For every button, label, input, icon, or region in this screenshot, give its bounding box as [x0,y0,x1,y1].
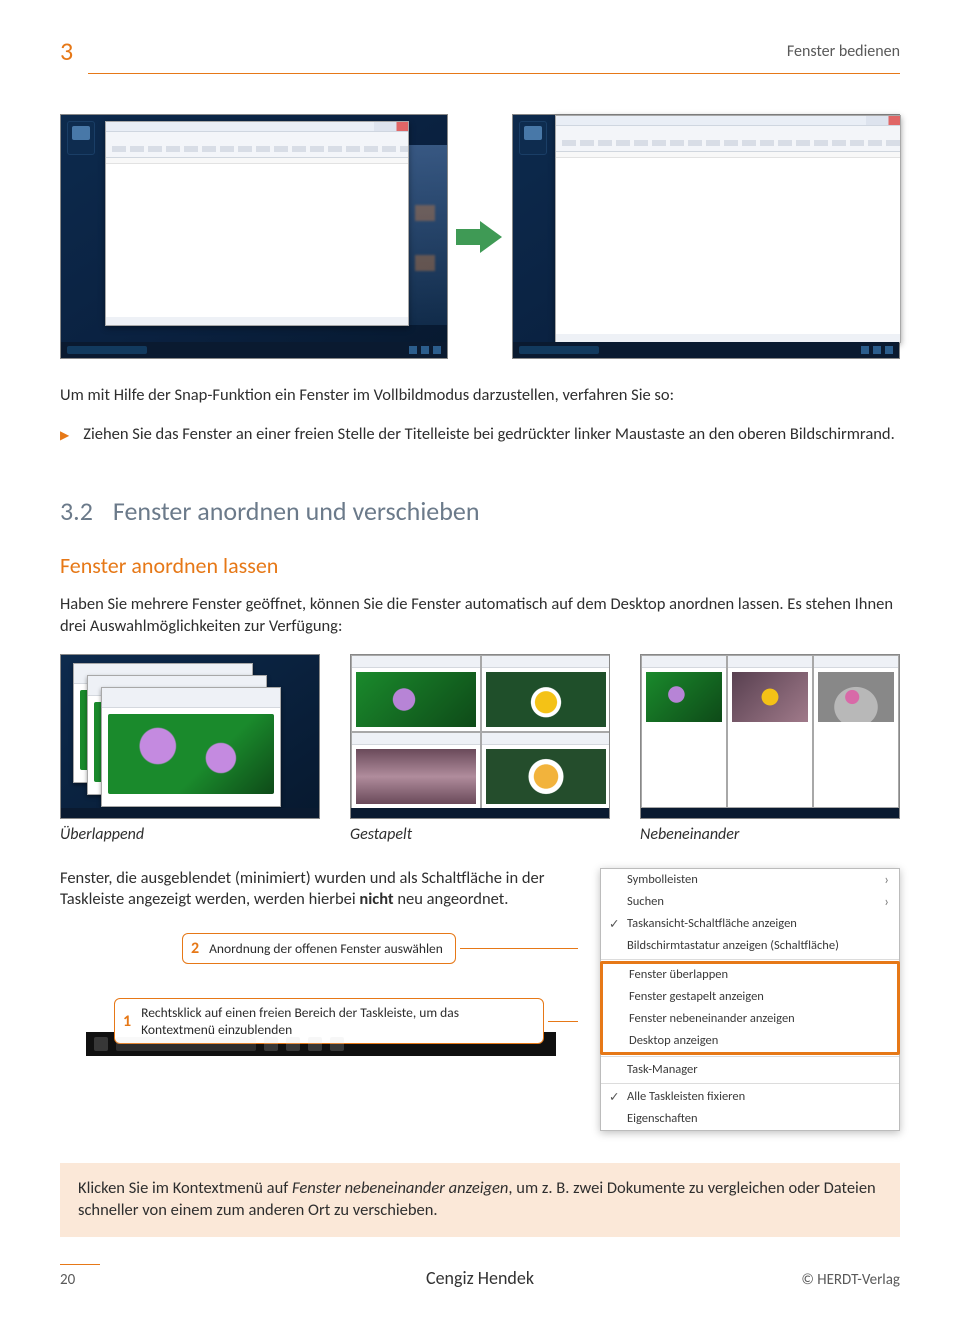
screenshot-after [512,114,900,359]
callout-step-2: 2 Anordnung der offenen Fenster auswähle… [182,933,456,964]
thumb-sidebyside [640,654,900,819]
menu-gestapelt[interactable]: Fenster gestapelt anzeigen [603,986,897,1008]
tip-box: Klicken Sie im Kontextmenü auf Fenster n… [60,1163,900,1238]
header-rule [88,73,900,74]
snap-before-after [60,114,900,359]
menu-suchen[interactable]: Suchen [601,891,899,913]
thumb-stacked [350,654,610,819]
page-footer: 20 Cengiz Hendek © HERDT-Verlag [60,1264,900,1289]
caption-sidebyside: Nebeneinander [640,825,900,844]
caption-overlap: Überlappend [60,825,320,844]
subsection-heading: Fenster anordnen lassen [60,552,900,579]
minimized-note: Fenster, die ausgeblendet (minimiert) wu… [60,868,582,912]
chapter-number: 3 [60,35,85,67]
menu-taskmgr[interactable]: Task-Manager [601,1059,899,1081]
step-2-text: Anordnung der offenen Fenster auswählen [209,940,443,957]
bullet-text: Ziehen Sie das Fenster an einer freien S… [83,423,895,445]
step-2-row: 2 Anordnung der offenen Fenster auswähle… [60,933,582,964]
section-number: 3.2 [60,495,93,527]
screenshot-before [60,114,448,359]
menu-symbolleisten[interactable]: Symbolleisten [601,869,899,891]
intro-text: Um mit Hilfe der Snap-Funktion ein Fenst… [60,385,900,407]
triangle-icon: ▶ [60,423,69,445]
step-number-2: 2 [191,939,199,958]
menu-taskansicht[interactable]: Taskansicht-Schaltfläche anzeigen [601,913,899,935]
leader-line [460,948,578,949]
leader-line [548,1021,578,1022]
taskbar-context-menu[interactable]: Symbolleisten Suchen Taskansicht-Schaltf… [600,868,900,1131]
menu-fix[interactable]: Alle Taskleisten fixieren [601,1086,899,1108]
section-title: Fenster anordnen und verschieben [113,495,480,527]
arrangement-thumbnails: Überlappend Gestapelt Nebeneinander [60,654,900,844]
menu-ueberlappen[interactable]: Fenster überlappen [603,964,897,986]
bullet-item: ▶ Ziehen Sie das Fenster an einer freien… [60,423,900,445]
menu-separator [601,1083,899,1084]
menu-separator [601,959,899,960]
caption-stacked: Gestapelt [350,825,610,844]
arrange-intro: Haben Sie mehrere Fenster geöffnet, könn… [60,594,900,638]
arrow-right-icon [456,221,504,253]
menu-bildtast[interactable]: Bildschirmtastatur anzeigen (Schaltfläch… [601,935,899,957]
step-number-1: 1 [123,1012,131,1031]
menu-eig[interactable]: Eigenschaften [601,1108,899,1130]
menu-separator [601,1056,899,1057]
chapter-title: Fenster bedienen [85,42,900,61]
author-name: Cengiz Hendek [60,1267,900,1289]
menu-desktop[interactable]: Desktop anzeigen [603,1030,897,1052]
section-heading: 3.2 Fenster anordnen und verschieben [60,495,900,527]
menu-highlight: Fenster überlappen Fenster gestapelt anz… [600,961,900,1055]
footer-rule [60,1264,100,1265]
menu-neben[interactable]: Fenster nebeneinander anzeigen [603,1008,897,1030]
thumb-overlap [60,654,320,819]
step-1-text: Rechtsklick auf einen freien Bereich der… [141,1004,531,1038]
